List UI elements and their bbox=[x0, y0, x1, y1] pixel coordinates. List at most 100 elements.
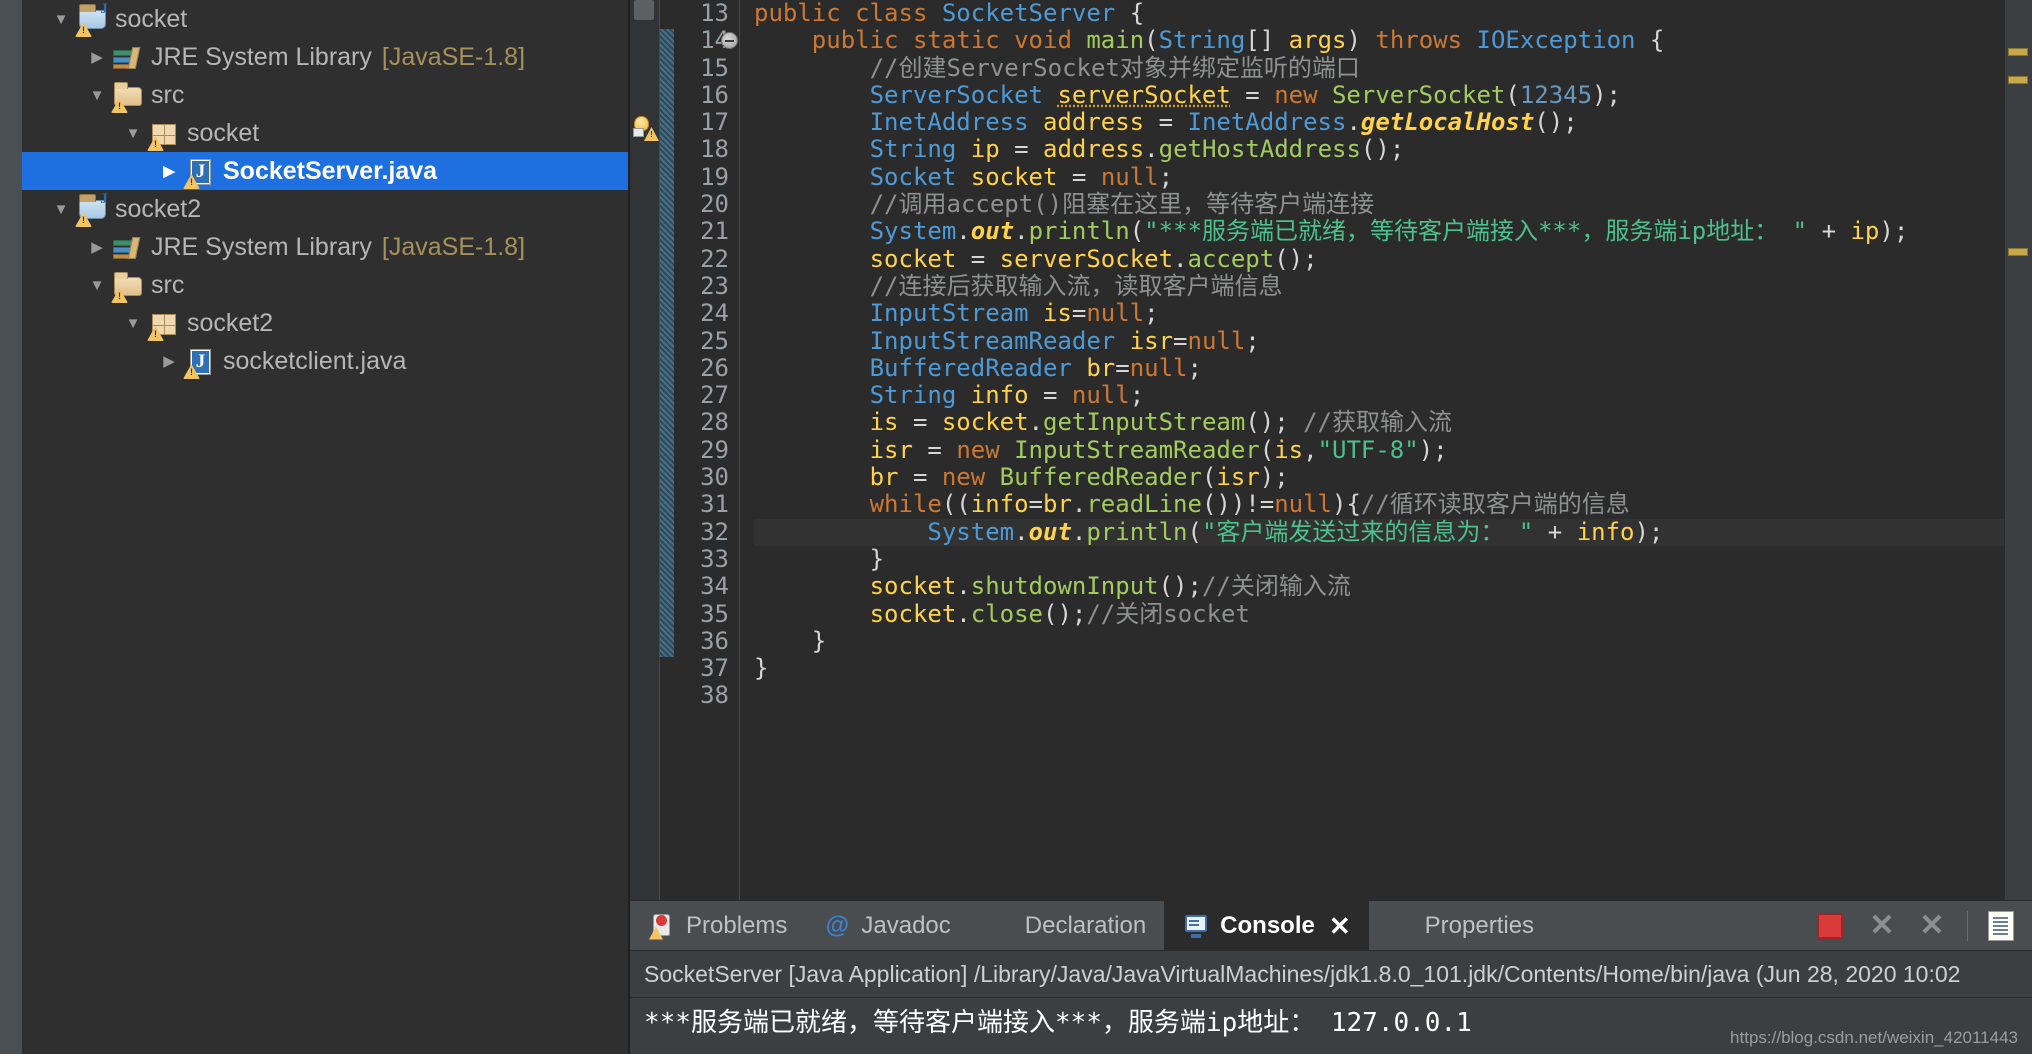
quickfix-bulb-icon[interactable] bbox=[633, 116, 659, 141]
overview-marker[interactable] bbox=[2008, 76, 2028, 84]
line-number-gutter: 13 14 15 16 17 18 19 20 21 22 23 24 25 26 27 28 29 30 31 32… bbox=[674, 0, 740, 900]
line-number: 16 bbox=[700, 80, 729, 109]
code-line[interactable]: while((info=br.readLine())!=null){//循环读取… bbox=[754, 491, 2032, 518]
code-line[interactable]: //调用accept()阻塞在这里，等待客户端连接 bbox=[754, 190, 2032, 218]
tab-console[interactable]: Console ✕ bbox=[1164, 901, 1369, 950]
tree-node-suffix: [JavaSE-1.8] bbox=[381, 42, 526, 71]
code-line[interactable]: Socket socket = null; bbox=[754, 162, 2032, 191]
code-token: socket bbox=[869, 244, 957, 273]
tree-node-socket2[interactable]: ▼Jsocket2 bbox=[22, 190, 628, 228]
tree-node-socketserver-java[interactable]: ▶ SocketServer.java bbox=[22, 152, 628, 190]
overview-ruler[interactable] bbox=[2004, 0, 2032, 900]
tab-properties[interactable]: Properties bbox=[1369, 901, 1552, 950]
code-token: void bbox=[1014, 26, 1087, 55]
code-token: . bbox=[956, 599, 971, 628]
bottom-tab-bar[interactable]: Problems @ Javadoc Declaration Console ✕ Prope… bbox=[630, 900, 2032, 950]
console-output[interactable]: ***服务端已就绪，等待客户端接入***，服务端ip地址： 127.0.0.1 … bbox=[630, 998, 2032, 1054]
code-line[interactable]: BufferedReader br=null; bbox=[754, 354, 2032, 382]
code-line[interactable]: InputStreamReader isr=null; bbox=[754, 327, 2032, 355]
code-token: "***服务端已就绪，等待客户端接入***，服务端ip地址： " bbox=[1144, 217, 1808, 246]
chevron-right-icon[interactable]: ▶ bbox=[82, 240, 112, 255]
remove-all-terminated-button[interactable]: ✕ bbox=[1917, 910, 1947, 941]
code-line[interactable]: } bbox=[754, 627, 2032, 655]
code-line[interactable]: socket.shutdownInput();//关闭输入流 bbox=[754, 573, 2032, 600]
chevron-down-icon[interactable]: ▼ bbox=[82, 278, 112, 293]
chevron-right-icon[interactable]: ▶ bbox=[82, 50, 112, 65]
code-line[interactable]: ServerSocket serverSocket = new ServerSo… bbox=[754, 80, 2032, 109]
code-folding-column[interactable] bbox=[660, 0, 674, 900]
code-token: br bbox=[869, 463, 899, 492]
chevron-down-icon[interactable]: ▼ bbox=[118, 316, 148, 331]
tree-node-src[interactable]: ▼ src bbox=[22, 266, 628, 304]
line-number: 30 bbox=[700, 463, 729, 492]
remove-launch-button[interactable]: ✕ bbox=[1867, 910, 1897, 941]
chevron-right-icon[interactable]: ▶ bbox=[154, 354, 184, 369]
editor-marker-bar[interactable] bbox=[630, 0, 660, 900]
code-line[interactable] bbox=[754, 682, 2032, 709]
marker-scroll-thumb[interactable] bbox=[634, 0, 654, 20]
chevron-down-icon[interactable]: ▼ bbox=[82, 88, 112, 103]
chevron-down-icon[interactable]: ▼ bbox=[46, 202, 76, 217]
line-number: 25 bbox=[700, 326, 729, 355]
tree-node-jre-system-library[interactable]: ▶ JRE System Library [JavaSE-1.8] bbox=[22, 228, 628, 266]
code-line[interactable]: String ip = address.getHostAddress(); bbox=[754, 136, 2032, 163]
code-line[interactable]: isr = new InputStreamReader(is,"UTF-8"); bbox=[754, 436, 2032, 464]
code-token: InetAddress bbox=[1187, 108, 1347, 137]
terminate-button[interactable] bbox=[1817, 911, 1847, 941]
code-token: = bbox=[898, 463, 942, 492]
code-line[interactable]: } bbox=[754, 654, 2032, 682]
code-token: . bbox=[1173, 244, 1188, 273]
tab-declaration[interactable]: Declaration bbox=[969, 901, 1164, 950]
code-line[interactable]: System.out.println("***服务端已就绪，等待客户端接入***… bbox=[754, 218, 2032, 245]
code-token: (); bbox=[1360, 135, 1405, 164]
overview-marker[interactable] bbox=[2008, 48, 2028, 56]
code-token: isr bbox=[1216, 463, 1260, 492]
code-token: socket bbox=[970, 162, 1058, 191]
overview-marker[interactable] bbox=[2008, 248, 2028, 256]
code-line[interactable]: public class SocketServer { bbox=[754, 0, 2032, 27]
chevron-down-icon[interactable]: ▼ bbox=[118, 126, 148, 141]
code-line[interactable]: String info = null; bbox=[754, 382, 2032, 409]
launch-config-line: SocketServer [Java Application] /Library… bbox=[630, 950, 2032, 998]
code-token: address bbox=[1042, 108, 1145, 137]
code-line[interactable]: } bbox=[754, 545, 2032, 573]
tab-close-icon[interactable]: ✕ bbox=[1325, 913, 1351, 939]
fold-region-band[interactable] bbox=[660, 29, 674, 658]
code-text-area[interactable]: public class SocketServer { public stati… bbox=[740, 0, 2032, 900]
code-line[interactable]: br = new BufferedReader(isr); bbox=[754, 463, 2032, 492]
chevron-down-icon[interactable]: ▼ bbox=[46, 12, 76, 27]
declaration-icon bbox=[987, 912, 1015, 940]
code-line[interactable]: //创建ServerSocket对象并绑定监听的端口 bbox=[754, 54, 2032, 82]
code-line[interactable]: socket.close();//关闭socket bbox=[754, 599, 2032, 628]
code-token: ServerSocket bbox=[869, 80, 1058, 109]
code-line[interactable]: public static void main(String[] args) t… bbox=[754, 27, 2032, 54]
tree-node-src[interactable]: ▼ src bbox=[22, 76, 628, 114]
code-token: System bbox=[869, 217, 957, 246]
code-line[interactable]: InputStream is=null; bbox=[754, 300, 2032, 327]
project-tree[interactable]: ▼Jsocket▶JRE System Library[JavaSE-1.8]▼… bbox=[22, 0, 628, 380]
tree-node-socket[interactable]: ▼ socket bbox=[22, 114, 628, 152]
chevron-right-icon[interactable]: ▶ bbox=[154, 164, 184, 179]
tree-node-jre-system-library[interactable]: ▶ JRE System Library [JavaSE-1.8] bbox=[22, 38, 628, 76]
code-line[interactable]: InetAddress address = InetAddress.getLoc… bbox=[754, 109, 2032, 136]
tab-javadoc[interactable]: @ Javadoc bbox=[805, 901, 968, 950]
open-console-button[interactable] bbox=[1988, 910, 2018, 941]
code-token: ) bbox=[1346, 26, 1376, 55]
code-line[interactable]: is = socket.getInputStream(); //获取输入流 bbox=[754, 409, 2032, 436]
console-scrollbar[interactable] bbox=[2018, 998, 2032, 1054]
code-token: ( bbox=[1144, 26, 1159, 55]
code-token: ())!= bbox=[1201, 490, 1275, 519]
code-token: args bbox=[1288, 26, 1347, 55]
tree-node-socket[interactable]: ▼Jsocket bbox=[22, 0, 628, 38]
code-line[interactable]: System.out.println("客户端发送过来的信息为： " + inf… bbox=[754, 518, 2032, 546]
code-line[interactable]: //连接后获取输入流，读取客户端信息 bbox=[754, 272, 2032, 300]
eclipse-ide-window: ▼Jsocket▶JRE System Library[JavaSE-1.8]▼… bbox=[0, 0, 2032, 1054]
tree-node-socketclient-java[interactable]: ▶ socketclient.java bbox=[22, 342, 628, 380]
fold-collapse-icon[interactable] bbox=[721, 32, 738, 50]
code-line[interactable]: socket = serverSocket.accept(); bbox=[754, 244, 2032, 273]
tab-problems[interactable]: Problems bbox=[630, 901, 805, 950]
tree-node-socket2[interactable]: ▼ socket2 bbox=[22, 304, 628, 342]
tab-label: Console bbox=[1220, 911, 1315, 939]
